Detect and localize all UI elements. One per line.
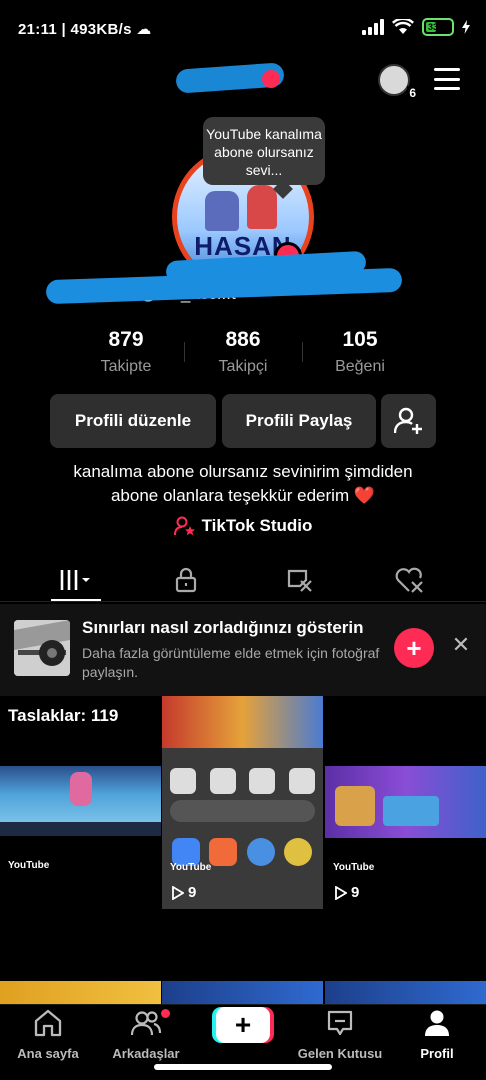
friends-notification-dot [161, 1009, 170, 1018]
grid-icon [60, 570, 90, 590]
nav-inbox-label: Gelen Kutusu [297, 1046, 383, 1061]
youtube-watermark: YouTube [8, 860, 50, 871]
video-tile[interactable]: YouTube 9 [325, 696, 486, 909]
drafts-thumbnail [0, 766, 161, 836]
view-count-text: 9 [351, 884, 360, 901]
switch-account-badge[interactable] [262, 70, 280, 88]
video-grid: Taslaklar: 119 YouTube YouTube 9 YouTube… [0, 696, 486, 1006]
nav-profile-label: Profil [420, 1046, 454, 1061]
lock-icon [175, 567, 197, 593]
repost-icon [287, 569, 312, 592]
promo-title: Sınırları nasıl zorladığınızı gösterin [82, 618, 364, 637]
drafts-tile[interactable]: Taslaklar: 119 YouTube [0, 696, 161, 909]
profile-stats: 879 Takipte 886 Takipçi 105 Beğeni [0, 328, 486, 380]
following-count: 879 [108, 328, 144, 351]
tab-private[interactable] [156, 562, 216, 598]
stat-likes[interactable]: 105 Beğeni [300, 328, 420, 376]
view-count: 9 [172, 884, 196, 901]
battery-level: 33 [426, 22, 439, 32]
close-icon[interactable]: ✕ [450, 634, 472, 656]
studio-icon [173, 516, 195, 536]
photo-promo-banner: Sınırları nasıl zorladığınızı gösterin D… [0, 604, 486, 696]
video-thumbnail [325, 766, 486, 838]
redacted-username [45, 246, 403, 305]
top-nav: 6 [0, 58, 486, 102]
nav-home-label: Ana sayfa [17, 1046, 79, 1061]
network-speed: 493KB/s [70, 21, 132, 38]
likes-count: 105 [342, 328, 378, 351]
liked-heart-icon [395, 567, 423, 593]
status-time: 21:11 | 493KB/s ☁ [18, 20, 152, 38]
video-thumbnail [325, 981, 486, 1006]
add-user-icon [393, 407, 422, 434]
tab-videos[interactable] [46, 562, 106, 598]
youtube-watermark: YouTube [170, 862, 212, 873]
status-icons: 33 [362, 18, 470, 36]
followers-label: Takipçi [218, 358, 268, 375]
nav-home[interactable]: Ana sayfa [0, 1009, 96, 1061]
nav-profile[interactable]: Profil [389, 1009, 485, 1061]
active-tab-indicator [51, 599, 101, 601]
home-indicator [154, 1064, 332, 1070]
charging-icon [462, 20, 470, 34]
followers-count: 886 [225, 328, 261, 351]
bio-line-1: kanalıma abone olursanız sevinirim şimdi… [73, 462, 413, 481]
video-tile[interactable] [325, 911, 486, 1006]
view-count: 9 [335, 884, 359, 901]
video-tile[interactable]: YouTube 9 [162, 696, 323, 909]
bio: kanalıma abone olursanız sevinirim şimdi… [0, 460, 486, 508]
heart-emoji: ❤️ [353, 486, 376, 505]
wifi-icon [392, 19, 414, 34]
create-button[interactable]: + [216, 1007, 270, 1043]
profile-icon [425, 1010, 449, 1036]
nav-friends[interactable]: Arkadaşlar [98, 1009, 194, 1061]
stat-followers[interactable]: 886 Takipçi [183, 328, 303, 376]
app-row [170, 768, 315, 794]
nav-inbox[interactable]: Gelen Kutusu [292, 1009, 388, 1061]
status-bar: 21:11 | 493KB/s ☁ 33 [0, 0, 486, 60]
bio-tooltip[interactable]: YouTube kanalıma abone olursanız sevi... [203, 117, 325, 185]
friends-icon [130, 1011, 162, 1036]
play-icon [335, 885, 347, 900]
studio-label: TikTok Studio [201, 516, 313, 535]
share-profile-button[interactable]: Profili Paylaş [222, 394, 376, 448]
tiktok-studio-link[interactable]: TikTok Studio [0, 516, 486, 536]
home-icon [34, 1009, 62, 1037]
avatar-character-right [247, 185, 277, 229]
promo-thumbnail [14, 620, 70, 676]
cloud-icon: ☁ [136, 21, 152, 38]
likes-label: Beğeni [335, 358, 385, 375]
friends-avatar-button[interactable]: 6 [378, 64, 418, 100]
signal-icon [362, 19, 384, 35]
battery-icon: 33 [422, 18, 454, 36]
video-thumbnail-top [162, 696, 323, 748]
edit-profile-button[interactable]: Profili düzenle [50, 394, 216, 448]
video-tile[interactable] [0, 911, 161, 1006]
video-tile[interactable] [162, 911, 323, 1006]
friends-count: 6 [407, 86, 418, 100]
tab-reposts[interactable] [270, 562, 330, 598]
drafts-label: Taslaklar: 119 [8, 706, 119, 725]
promo-description: Daha fazla görüntüleme elde etmek için f… [82, 645, 380, 680]
stat-following[interactable]: 879 Takipte [66, 328, 186, 376]
content-tabs [0, 556, 486, 602]
promo-add-photo-button[interactable]: + [394, 628, 434, 668]
following-label: Takipte [100, 358, 152, 375]
avatar-character-left [205, 191, 239, 231]
video-thumbnail [0, 981, 161, 1006]
clock: 21:11 [18, 21, 58, 38]
play-icon [172, 885, 184, 900]
youtube-watermark: YouTube [333, 862, 375, 873]
video-thumbnail [162, 981, 323, 1006]
menu-icon[interactable] [434, 68, 460, 90]
bio-line-2: abone olanlara teşekkür ederim ❤️ [0, 484, 486, 508]
tab-liked[interactable] [380, 562, 440, 598]
search-widget [170, 800, 315, 822]
nav-friends-label: Arkadaşlar [112, 1046, 180, 1061]
inbox-icon [327, 1010, 353, 1036]
add-friend-button[interactable] [381, 394, 436, 448]
view-count-text: 9 [188, 884, 197, 901]
bio-line-2-text: abone olanlara teşekkür ederim [110, 486, 350, 505]
